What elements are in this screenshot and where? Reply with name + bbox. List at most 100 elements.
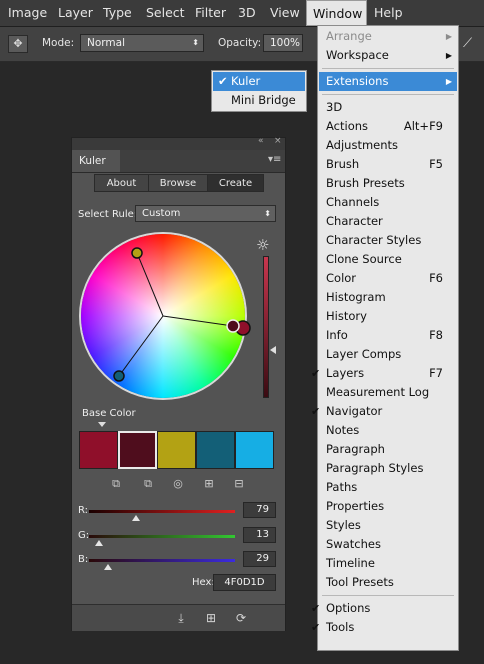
browse-button[interactable]: Browse [148,174,208,192]
hex-field[interactable]: 4F0D1D [213,574,276,591]
menu-item-measurement-log[interactable]: Measurement Log [319,383,457,402]
submenu-item-mini-bridge[interactable]: Mini Bridge [213,91,305,110]
brightness-thumb[interactable] [270,346,276,354]
submenu-item-label: Mini Bridge [231,93,296,107]
about-button[interactable]: About [94,174,149,192]
menu-item-clone-source[interactable]: Clone Source [319,250,457,269]
menu-item-label: History [326,309,367,323]
upload-icon[interactable]: ⟳ [234,611,248,625]
menu-layer[interactable]: Layer [52,0,99,26]
collapse-icon[interactable]: « [258,136,264,146]
wheel-markers[interactable] [81,234,261,404]
menu-item-actions[interactable]: Actions Alt+F9 [319,117,457,136]
panel-menu-icon[interactable]: ▾≡ [268,154,281,165]
menu-item-label: Brush [326,157,360,171]
copy-icon[interactable]: ⧉ [142,478,154,490]
menu-item-label: Options [326,601,371,615]
menu-item-brush-presets[interactable]: Brush Presets [319,174,457,193]
menu-separator [322,595,454,596]
mode-value: Normal [87,37,125,49]
menu-item-tools[interactable]: Tools ✔ [311,618,457,637]
color-swatch[interactable] [79,431,118,469]
window-menu: Arrange ▶ Workspace ▶ Extensions ▶ 3D Actions Al… [311,25,459,651]
tool-preset-icon[interactable]: ✥ [8,35,28,53]
menu-item-label: Character Styles [326,233,422,247]
menu-item-extensions[interactable]: Extensions ▶ [319,72,457,91]
green-slider[interactable] [89,535,235,538]
airbrush-icon[interactable]: ⟋ [463,36,472,51]
create-button[interactable]: Create [207,174,264,192]
add-color-icon[interactable]: ⊞ [203,478,215,490]
red-label: R: [78,505,89,516]
blue-thumb[interactable] [104,564,112,570]
tab-kuler[interactable]: Kuler [72,150,120,172]
add-to-swatches-icon[interactable]: ⊞ [204,611,218,625]
menu-item-channels[interactable]: Channels [319,193,457,212]
color-swatch[interactable] [118,431,157,469]
menu-item-paths[interactable]: Paths [319,478,457,497]
menu-item-properties[interactable]: Properties [319,497,457,516]
menu-item-label: Paragraph Styles [326,461,424,475]
menu-window[interactable]: Window [306,0,367,26]
menu-item-3d[interactable]: 3D [319,98,457,117]
submenu-item-kuler[interactable]: ✔ Kuler [213,72,305,91]
blue-value[interactable]: 29 [243,551,276,567]
opacity-field[interactable]: 100% [263,34,303,52]
remove-color-icon[interactable]: ⊟ [233,478,245,490]
menu-item-paragraph-styles[interactable]: Paragraph Styles [319,459,457,478]
red-slider[interactable] [89,510,235,513]
menu-3d[interactable]: 3D [232,0,262,26]
red-value[interactable]: 79 [243,502,276,518]
menu-help[interactable]: Help [368,0,409,26]
green-thumb[interactable] [95,540,103,546]
menu-item-layer-comps[interactable]: Layer Comps [319,345,457,364]
menu-item-timeline[interactable]: Timeline [319,554,457,573]
menu-item-adjustments[interactable]: Adjustments [319,136,457,155]
menu-separator [322,94,454,95]
menu-item-histogram[interactable]: Histogram [319,288,457,307]
hex-label: Hex: [192,577,215,588]
checkmark-icon: ✔ [311,405,321,418]
menu-view[interactable]: View [264,0,306,26]
menu-image[interactable]: Image [2,0,53,26]
menu-item-character[interactable]: Character [319,212,457,231]
menu-item-color[interactable]: Color F6 [319,269,457,288]
color-marker[interactable] [131,247,143,259]
blue-slider[interactable] [89,559,235,562]
menu-item-navigator[interactable]: Navigator ✔ [311,402,457,421]
menu-item-paragraph[interactable]: Paragraph [319,440,457,459]
panel-header[interactable]: « × [72,136,285,150]
close-icon[interactable]: × [274,136,282,146]
save-theme-icon[interactable]: ⤓ [174,611,188,625]
menu-item-label: Character [326,214,383,228]
green-value[interactable]: 13 [243,527,276,543]
menu-item-character-styles[interactable]: Character Styles [319,231,457,250]
menu-item-styles[interactable]: Styles [319,516,457,535]
menu-item-info[interactable]: Info F8 [319,326,457,345]
menu-item-options[interactable]: Options ✔ [311,599,457,618]
menu-item-layers[interactable]: Layers ✔ F7 [311,364,457,383]
color-marker[interactable] [113,370,125,382]
base-color-marker[interactable] [226,319,240,333]
menu-item-notes[interactable]: Notes [319,421,457,440]
menu-type[interactable]: Type [97,0,138,26]
menu-filter[interactable]: Filter [189,0,232,26]
menu-select[interactable]: Select [140,0,191,26]
set-base-icon[interactable]: ◎ [172,478,184,490]
menu-item-history[interactable]: History [319,307,457,326]
menu-item-brush[interactable]: Brush F5 [319,155,457,174]
menu-item-label: Paths [326,480,358,494]
color-swatch[interactable] [196,431,235,469]
menu-item-tool-presets[interactable]: Tool Presets [319,573,457,592]
mode-select[interactable]: Normal ⬍ [80,34,204,52]
select-rule-label: Select Rule: [78,209,138,220]
kuler-panel: « × Kuler ▾≡ About Browse Create Select … [71,136,286,631]
color-swatch[interactable] [235,431,274,469]
menu-item-workspace[interactable]: Workspace ▶ [319,46,457,65]
color-swatch[interactable] [157,431,196,469]
red-thumb[interactable] [132,515,140,521]
brightness-slider[interactable] [263,256,269,398]
move-to-swatches-icon[interactable]: ⧉ [110,478,122,490]
select-rule-dropdown[interactable]: Custom ⬍ [135,205,276,222]
menu-item-swatches[interactable]: Swatches [319,535,457,554]
